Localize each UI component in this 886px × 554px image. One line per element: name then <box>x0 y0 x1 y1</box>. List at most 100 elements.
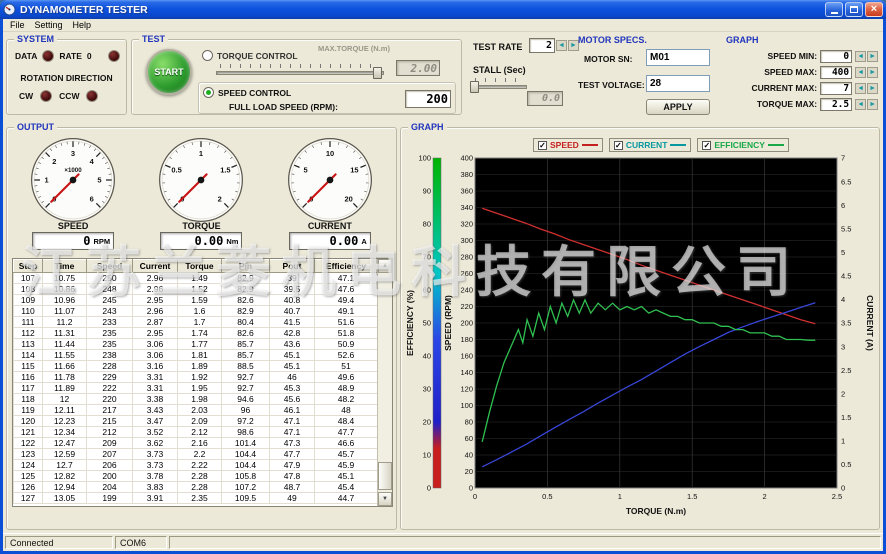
torque-control-radio[interactable] <box>202 50 213 61</box>
column-header-current[interactable]: Current <box>133 260 178 273</box>
table-row[interactable]: 11411.552383.061.8185.745.152.6 <box>14 350 378 361</box>
table-row[interactable]: 11611.782293.311.9292.74649.6 <box>14 372 378 383</box>
spinner-decrement-icon[interactable] <box>855 67 866 78</box>
slider-thumb[interactable] <box>373 67 382 79</box>
table-row[interactable]: 10810.862482.961.5282.939.547.6 <box>14 284 378 295</box>
scroll-track[interactable] <box>378 273 392 492</box>
legend-checkbox-icon[interactable] <box>538 141 547 150</box>
test-rate-value: 2 <box>529 38 555 53</box>
spinner-increment-icon[interactable] <box>867 51 878 62</box>
spinner-decrement-icon[interactable] <box>556 40 567 51</box>
test-voltage-input[interactable] <box>646 75 710 92</box>
table-cell: 3.73 <box>133 449 178 460</box>
column-header-pout[interactable]: Pout <box>270 260 315 273</box>
speed-control-radio[interactable] <box>203 87 214 98</box>
spinner-decrement-icon[interactable] <box>855 51 866 62</box>
svg-text:5: 5 <box>841 248 845 257</box>
gauge-torque: 00.511.52TORQUE0.00Nm <box>139 136 263 256</box>
data-label: DATA <box>15 51 37 61</box>
svg-text:300: 300 <box>460 236 473 245</box>
table-row[interactable]: 10910.962452.951.5982.640.849.4 <box>14 295 378 306</box>
table-row[interactable]: 11912.112173.432.039646.148 <box>14 405 378 416</box>
table-row[interactable]: 118122203.381.9894.645.648.2 <box>14 394 378 405</box>
table-scrollbar[interactable] <box>377 259 392 506</box>
table-cell: 112 <box>14 328 43 339</box>
legend-label: EFFICIENCY <box>714 140 765 150</box>
table-cell: 2.96 <box>133 306 178 317</box>
table-row[interactable]: 12412.72063.732.22104.447.945.9 <box>14 460 378 471</box>
table-row[interactable]: 12512.822003.782.28105.847.845.1 <box>14 471 378 482</box>
menu-item-help[interactable]: Help <box>68 20 97 30</box>
max-torque-slider[interactable] <box>216 64 384 80</box>
svg-text:400: 400 <box>460 154 473 163</box>
column-header-time[interactable]: Time <box>43 260 87 273</box>
table-row[interactable]: 12012.232153.472.0997.247.148.4 <box>14 416 378 427</box>
legend-checkbox-icon[interactable] <box>702 141 711 150</box>
table-cell: 88.5 <box>222 361 270 372</box>
y-axis-label-current: CURRENT (A) <box>865 295 875 351</box>
table-row[interactable]: 12212.472093.622.16101.447.346.6 <box>14 438 378 449</box>
table-cell: 3.73 <box>133 460 178 471</box>
column-header-speed[interactable]: Speed <box>87 260 133 273</box>
column-header-torque[interactable]: Torque <box>178 260 222 273</box>
maximize-button[interactable] <box>845 2 863 17</box>
svg-text:2: 2 <box>841 389 845 398</box>
menu-item-file[interactable]: File <box>5 20 30 30</box>
title-bar[interactable]: DYNAMOMETER TESTER <box>0 0 886 19</box>
spinner-decrement-icon[interactable] <box>855 83 866 94</box>
status-port: COM6 <box>115 536 167 549</box>
spinner-increment-icon[interactable] <box>867 83 878 94</box>
table-row[interactable]: 11111.22332.871.780.441.551.6 <box>14 317 378 328</box>
table-cell: 1.98 <box>178 394 222 405</box>
close-button[interactable] <box>865 2 883 17</box>
speed-control-label: SPEED CONTROL <box>218 88 291 98</box>
table-row[interactable]: 11211.312352.951.7482.642.851.8 <box>14 328 378 339</box>
table-cell: 46 <box>270 372 315 383</box>
table-cell: 3.91 <box>133 493 178 504</box>
motor-sn-input[interactable] <box>646 49 710 66</box>
legend-item-current[interactable]: CURRENT <box>609 138 692 152</box>
table-cell: 41.5 <box>270 317 315 328</box>
svg-text:180: 180 <box>460 335 473 344</box>
table-cell: 1.89 <box>178 361 222 372</box>
scroll-thumb[interactable] <box>378 462 392 490</box>
gauge-dial: 05101520 <box>286 136 374 224</box>
spinner-increment-icon[interactable] <box>867 67 878 78</box>
gauge-unit: A <box>361 237 366 246</box>
chart-legend: SPEED CURRENT EFFICIENCY <box>533 138 789 152</box>
svg-text:80: 80 <box>465 418 473 427</box>
column-header-efficiency[interactable]: Efficiency <box>315 260 378 273</box>
legend-item-efficiency[interactable]: EFFICIENCY <box>697 138 789 152</box>
start-button[interactable]: START <box>146 49 192 95</box>
spinner-increment-icon[interactable] <box>867 99 878 110</box>
legend-checkbox-icon[interactable] <box>614 141 623 150</box>
table-row[interactable]: 11311.442353.061.7785.743.650.9 <box>14 339 378 350</box>
table-row[interactable]: 11711.892223.311.9592.745.348.9 <box>14 383 378 394</box>
table-cell: 80.4 <box>222 317 270 328</box>
column-header-pin[interactable]: Pin <box>222 260 270 273</box>
table-cell: 1.49 <box>178 273 222 284</box>
table-row[interactable]: 12312.592073.732.2104.447.745.7 <box>14 449 378 460</box>
graph-settings-block: GRAPH SPEED MIN:0SPEED MAX:400CURRENT MA… <box>722 35 880 123</box>
apply-button[interactable]: APPLY <box>646 99 710 115</box>
table-row[interactable]: 12112.342123.522.1298.647.147.7 <box>14 427 378 438</box>
slider-thumb[interactable] <box>470 81 479 93</box>
table-row[interactable]: 12612.942043.832.28107.248.745.4 <box>14 482 378 493</box>
scroll-up-icon[interactable] <box>378 259 392 273</box>
scroll-down-icon[interactable] <box>378 492 392 506</box>
table-cell: 45.9 <box>315 460 378 471</box>
table-row[interactable]: 10710.752502.961.4982.93947.1 <box>14 273 378 284</box>
column-header-step[interactable]: Step <box>14 260 43 273</box>
setting-value: 0 <box>820 50 852 63</box>
table-row[interactable]: 11511.662283.161.8988.545.151 <box>14 361 378 372</box>
table-row[interactable]: 11011.072432.961.682.940.749.1 <box>14 306 378 317</box>
spinner-decrement-icon[interactable] <box>855 99 866 110</box>
minimize-button[interactable] <box>825 2 843 17</box>
stall-slider[interactable] <box>471 78 527 94</box>
legend-item-speed[interactable]: SPEED <box>533 138 603 152</box>
gauge-unit: Nm <box>226 237 238 246</box>
svg-text:2.5: 2.5 <box>841 366 851 375</box>
table-row[interactable]: 12713.051993.912.35109.54944.7 <box>14 493 378 504</box>
stall-value: 0.0 <box>527 91 563 106</box>
menu-item-setting[interactable]: Setting <box>30 20 68 30</box>
